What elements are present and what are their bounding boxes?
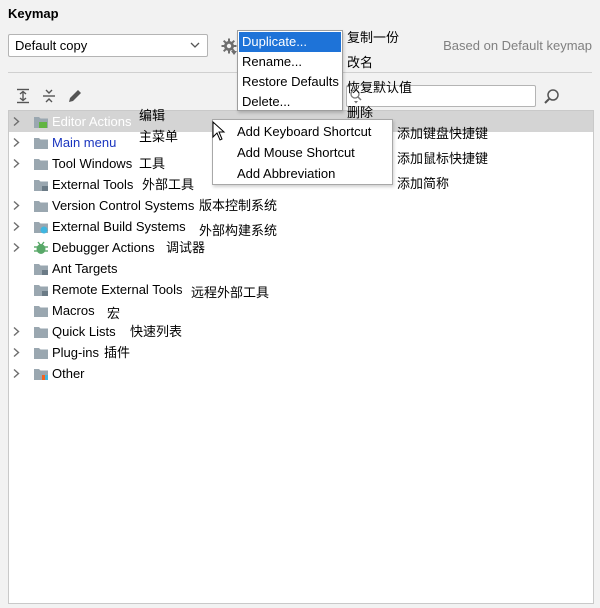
tree-row-annotation: 调试器 [166,240,206,255]
tree-row-annotation: 插件 [104,345,131,360]
chevron-right-icon[interactable] [11,116,21,127]
tree-row-label: Tool Windows [52,156,133,171]
context-menu: Add Keyboard Shortcut Add Mouse Shortcut… [212,119,393,185]
bug-icon [34,241,48,254]
tree-row[interactable]: Version Control Systems 版本控制系统 [9,195,593,216]
build-systems-icon [34,222,48,234]
editor-actions-icon [34,117,48,128]
tree-row[interactable]: Macros 宏 [9,300,593,321]
annotation-duplicate: 复制一份 [347,30,400,45]
folder-icon [34,327,48,338]
tree-row-label: Ant Targets [52,261,118,276]
tree-row-label: Remote External Tools [52,282,183,297]
expand-all-icon[interactable] [14,87,32,105]
folder-icon [34,159,48,170]
external-tools-icon [34,180,48,191]
annotation-rename: 改名 [347,55,374,70]
tree-row[interactable]: Quick Lists 快速列表 [9,321,593,342]
ant-targets-icon [34,264,48,275]
tree-row-annotation: 工具 [139,156,166,171]
based-on-label: Based on Default keymap [443,38,592,53]
panel-title: Keymap [8,6,59,21]
keymap-actions-menu: Duplicate... Rename... Restore Defaults … [237,30,343,111]
tree-row-label: External Tools [52,177,134,192]
chevron-right-icon[interactable] [11,347,21,358]
tree-row-label: Plug-ins [52,345,99,360]
menu-item-add-abbreviation[interactable]: Add Abbreviation [237,164,335,184]
tree-row[interactable]: Plug-ins 插件 [9,342,593,363]
menu-item-add-mouse-shortcut[interactable]: Add Mouse Shortcut [237,143,355,163]
tree-row-annotation: 版本控制系统 [199,198,278,213]
chevron-right-icon[interactable] [11,326,21,337]
tree-row[interactable]: Other [9,363,593,384]
tree-row-label: Version Control Systems [52,198,195,213]
tree-row-annotation: 主菜单 [139,129,179,144]
folder-icon [34,306,48,317]
chevron-right-icon[interactable] [11,158,21,169]
tree-row[interactable]: Ant Targets [9,258,593,279]
tree-row-label: External Build Systems [52,219,186,234]
tree-row-label: Quick Lists [52,324,116,339]
tree-row-label: Debugger Actions [52,240,155,255]
keymap-select-value: Default copy [15,38,88,53]
annotation-add-keyboard-shortcut: 添加键盘快捷键 [397,126,489,141]
tree-row-annotation: 编辑 [139,108,166,123]
menu-item-rename[interactable]: Rename... [239,52,341,72]
menu-item-delete[interactable]: Delete... [239,92,341,112]
chevron-right-icon[interactable] [11,200,21,211]
annotation-add-abbreviation: 添加简称 [397,176,450,191]
annotation-add-mouse-shortcut: 添加鼠标快捷键 [397,151,489,166]
tree-row-annotation: 外部工具 [142,177,195,192]
menu-item-restore-defaults[interactable]: Restore Defaults [239,72,341,92]
tree-row-annotation: 快速列表 [130,324,183,339]
keymap-select[interactable]: Default copy [8,34,208,57]
folder-icon [34,348,48,359]
menu-item-duplicate[interactable]: Duplicate... [239,32,341,52]
tree-row-label: Main menu [52,135,117,150]
folder-icon [34,138,48,149]
other-icon [34,369,48,380]
chevron-right-icon[interactable] [11,137,21,148]
chevron-down-icon [190,42,200,48]
folder-icon [34,201,48,212]
remote-tools-icon [34,285,48,296]
tree-row-label: Other [52,366,85,381]
find-shortcut-icon[interactable] [543,87,561,105]
tree-row[interactable]: Debugger Actions 调试器 [9,237,593,258]
tree-row-label: Editor Actions [52,114,132,129]
chevron-right-icon[interactable] [11,221,21,232]
menu-item-add-keyboard-shortcut[interactable]: Add Keyboard Shortcut [237,122,371,142]
chevron-right-icon[interactable] [11,242,21,253]
edit-pencil-icon[interactable] [66,87,84,105]
mouse-cursor-icon [212,121,226,141]
tree-row[interactable]: External Build Systems 外部构建系统 [9,216,593,238]
annotation-restore-defaults: 恢复默认值 [347,80,413,95]
tree-row-label: Macros [52,303,95,318]
chevron-right-icon[interactable] [11,368,21,379]
collapse-all-icon[interactable] [40,87,58,105]
tree-row[interactable]: Remote External Tools 远程外部工具 [9,279,593,300]
